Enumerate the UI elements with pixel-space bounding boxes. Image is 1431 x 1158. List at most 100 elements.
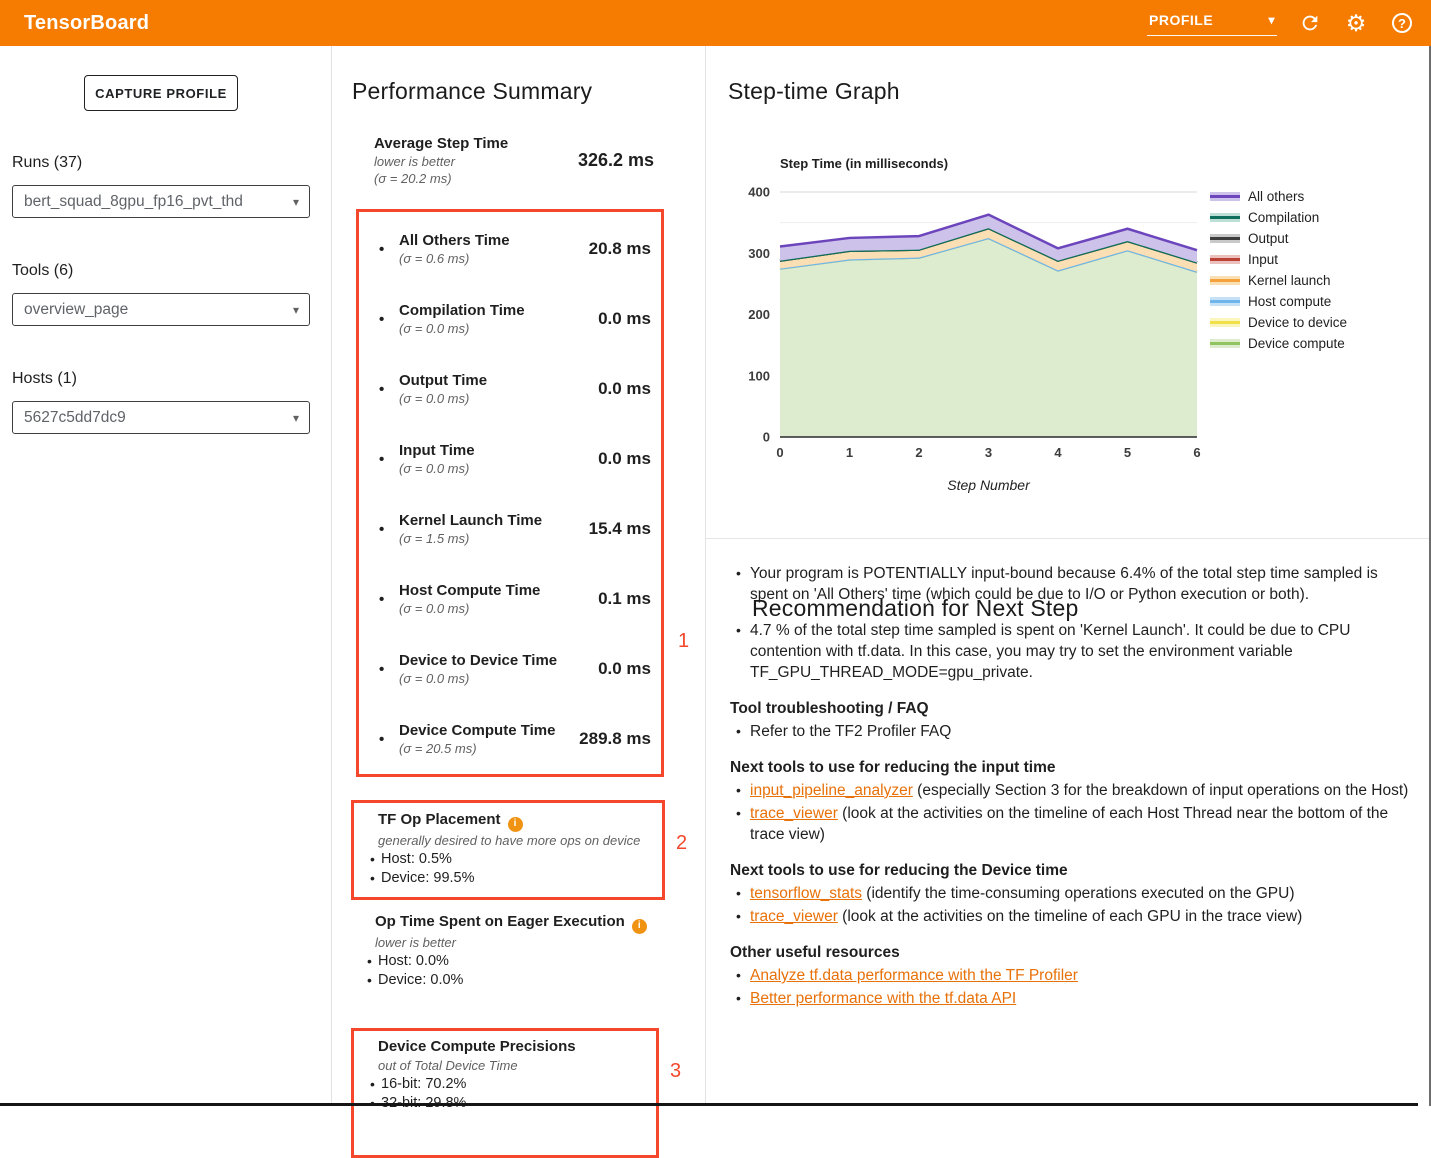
chevron-down-icon: ▾	[293, 411, 299, 425]
recommendation-bullet: 4.7 % of the total step time sampled is …	[730, 620, 1420, 683]
list-item: 16-bit: 70.2%	[370, 1075, 656, 1094]
info-icon[interactable]: i	[508, 817, 523, 832]
list-item: Host: 0.0%	[367, 952, 665, 971]
metric-name: Input Time	[399, 441, 598, 460]
metric-name-block: Compilation Time(σ = 0.0 ms)	[399, 301, 598, 337]
tf-op-placement-title: TF Op Placement	[378, 811, 501, 828]
tool-link[interactable]: Analyze tf.data performance with the TF …	[750, 967, 1078, 984]
legend-item: Device compute	[1210, 333, 1347, 354]
recommendation-groups: Tool troubleshooting / FAQRefer to the T…	[730, 700, 1420, 1009]
metric-value: 326.2 ms	[578, 150, 654, 171]
x-tick-label: 3	[985, 445, 992, 460]
group-item: Analyze tf.data performance with the TF …	[730, 965, 1420, 986]
capture-profile-button[interactable]: CAPTURE PROFILE	[84, 75, 238, 111]
legend-item: Output	[1210, 228, 1347, 249]
metric-name: Compilation Time	[399, 301, 598, 320]
legend-label: All others	[1248, 189, 1304, 204]
recommendation-group: Next tools to use for reducing the Devic…	[730, 862, 1420, 927]
x-axis-title: Step Number	[947, 477, 1031, 493]
dashboard-selector-value: PROFILE	[1149, 12, 1213, 28]
metric-name: All Others Time	[399, 231, 589, 250]
metric-sigma: (σ = 0.6 ms)	[399, 250, 589, 267]
legend-swatch	[1210, 234, 1240, 243]
recommendation-group: Other useful resources Analyze tf.data pe…	[730, 944, 1420, 1009]
item-text: (especially Section 3 for the breakdown …	[913, 782, 1408, 799]
metric-row: •Output Time(σ = 0.0 ms)0.0 ms	[359, 354, 661, 424]
info-icon[interactable]: i	[632, 919, 647, 934]
tools-select-value: overview_page	[24, 301, 293, 319]
legend-label: Device compute	[1248, 336, 1345, 351]
metric-value: 0.0 ms	[598, 379, 651, 399]
metric-name: Average Step Time	[374, 134, 578, 153]
runs-select[interactable]: bert_squad_8gpu_fp16_pvt_thd ▾	[12, 185, 310, 218]
settings-gear-icon[interactable]: ⚙	[1343, 10, 1369, 36]
bullet-dot: •	[379, 731, 399, 748]
tool-link[interactable]: Better performance with the tf.data API	[750, 990, 1016, 1007]
metric-name-block: Input Time(σ = 0.0 ms)	[399, 441, 598, 477]
eager-note: lower is better	[375, 934, 665, 951]
legend-swatch-line	[1210, 195, 1240, 198]
group-heading: Next tools to use for reducing the Devic…	[730, 862, 1420, 880]
hosts-select-value: 5627c5dd7dc9	[24, 409, 293, 427]
panel-divider	[706, 538, 1431, 539]
refresh-icon[interactable]	[1297, 10, 1323, 36]
group-heading: Tool troubleshooting / FAQ	[730, 700, 1420, 718]
performance-summary-title: Performance Summary	[352, 78, 592, 105]
metric-row: •Kernel Launch Time(σ = 1.5 ms)15.4 ms	[359, 494, 661, 564]
group-heading: Other useful resources	[730, 944, 1420, 962]
chevron-down-icon: ▾	[293, 195, 299, 209]
tools-label: Tools (6)	[12, 262, 73, 280]
recommendation-panel: Recommendation for Next Step Your progra…	[730, 563, 1420, 1011]
legend-item: Compilation	[1210, 207, 1347, 228]
tools-select[interactable]: overview_page ▾	[12, 293, 310, 326]
annotation-1: 1	[678, 630, 689, 653]
x-tick-label: 4	[1054, 445, 1062, 460]
step-time-graph-title: Step-time Graph	[728, 78, 900, 105]
metric-sigma: (σ = 0.0 ms)	[399, 670, 598, 687]
metric-sigma: (σ = 1.5 ms)	[399, 530, 589, 547]
x-tick-label: 2	[915, 445, 922, 460]
group-list: tensorflow_stats (identify the time-cons…	[730, 883, 1420, 927]
metric-value: 0.1 ms	[598, 589, 651, 609]
legend-swatch-line	[1210, 237, 1240, 240]
legend-label: Kernel launch	[1248, 273, 1331, 288]
runs-select-value: bert_squad_8gpu_fp16_pvt_thd	[24, 193, 293, 211]
legend-swatch-line	[1210, 279, 1240, 282]
x-tick-label: 6	[1193, 445, 1200, 460]
legend-swatch	[1210, 213, 1240, 222]
x-tick-label: 0	[776, 445, 783, 460]
step-time-breakdown-box: •All Others Time(σ = 0.6 ms)20.8 ms•Comp…	[356, 209, 664, 777]
y-tick-label: 300	[748, 246, 770, 261]
bullet-dot: •	[379, 661, 399, 678]
tool-link[interactable]: trace_viewer	[750, 908, 838, 925]
y-tick-label: 100	[748, 368, 770, 383]
annotation-3: 3	[670, 1060, 681, 1083]
bullet-dot: •	[379, 451, 399, 468]
tool-link[interactable]: trace_viewer	[750, 805, 838, 822]
x-tick-label: 1	[846, 445, 853, 460]
group-item: input_pipeline_analyzer (especially Sect…	[730, 780, 1420, 801]
metric-sigma: (σ = 0.0 ms)	[399, 390, 598, 407]
chart-title: Step Time (in milliseconds)	[780, 156, 948, 171]
hosts-select[interactable]: 5627c5dd7dc9 ▾	[12, 401, 310, 434]
bullet-dot: •	[379, 311, 399, 328]
metric-row: •Host Compute Time(σ = 0.0 ms)0.1 ms	[359, 564, 661, 634]
metric-row: •Compilation Time(σ = 0.0 ms)0.0 ms	[359, 284, 661, 354]
legend-label: Host compute	[1248, 294, 1331, 309]
metric-name-block: All Others Time(σ = 0.6 ms)	[399, 231, 589, 267]
legend-item: Input	[1210, 249, 1347, 270]
item-text: (look at the activities on the timeline …	[750, 805, 1388, 843]
group-item: tensorflow_stats (identify the time-cons…	[730, 883, 1420, 904]
tool-link[interactable]: input_pipeline_analyzer	[750, 782, 913, 799]
legend-swatch	[1210, 318, 1240, 327]
metric-sigma: (σ = 0.0 ms)	[399, 460, 598, 477]
dashboard-selector[interactable]: PROFILE ▾	[1147, 10, 1277, 36]
group-heading: Next tools to use for reducing the input…	[730, 759, 1420, 777]
group-list: Analyze tf.data performance with the TF …	[730, 965, 1420, 1009]
legend-label: Compilation	[1248, 210, 1319, 225]
legend-swatch-line	[1210, 258, 1240, 261]
help-icon[interactable]: ?	[1389, 10, 1415, 36]
y-tick-label: 0	[763, 430, 770, 445]
tensorboard-profile-page: { "colors": { "header_orange": "#F57C00"…	[0, 0, 1431, 1106]
tool-link[interactable]: tensorflow_stats	[750, 885, 862, 902]
